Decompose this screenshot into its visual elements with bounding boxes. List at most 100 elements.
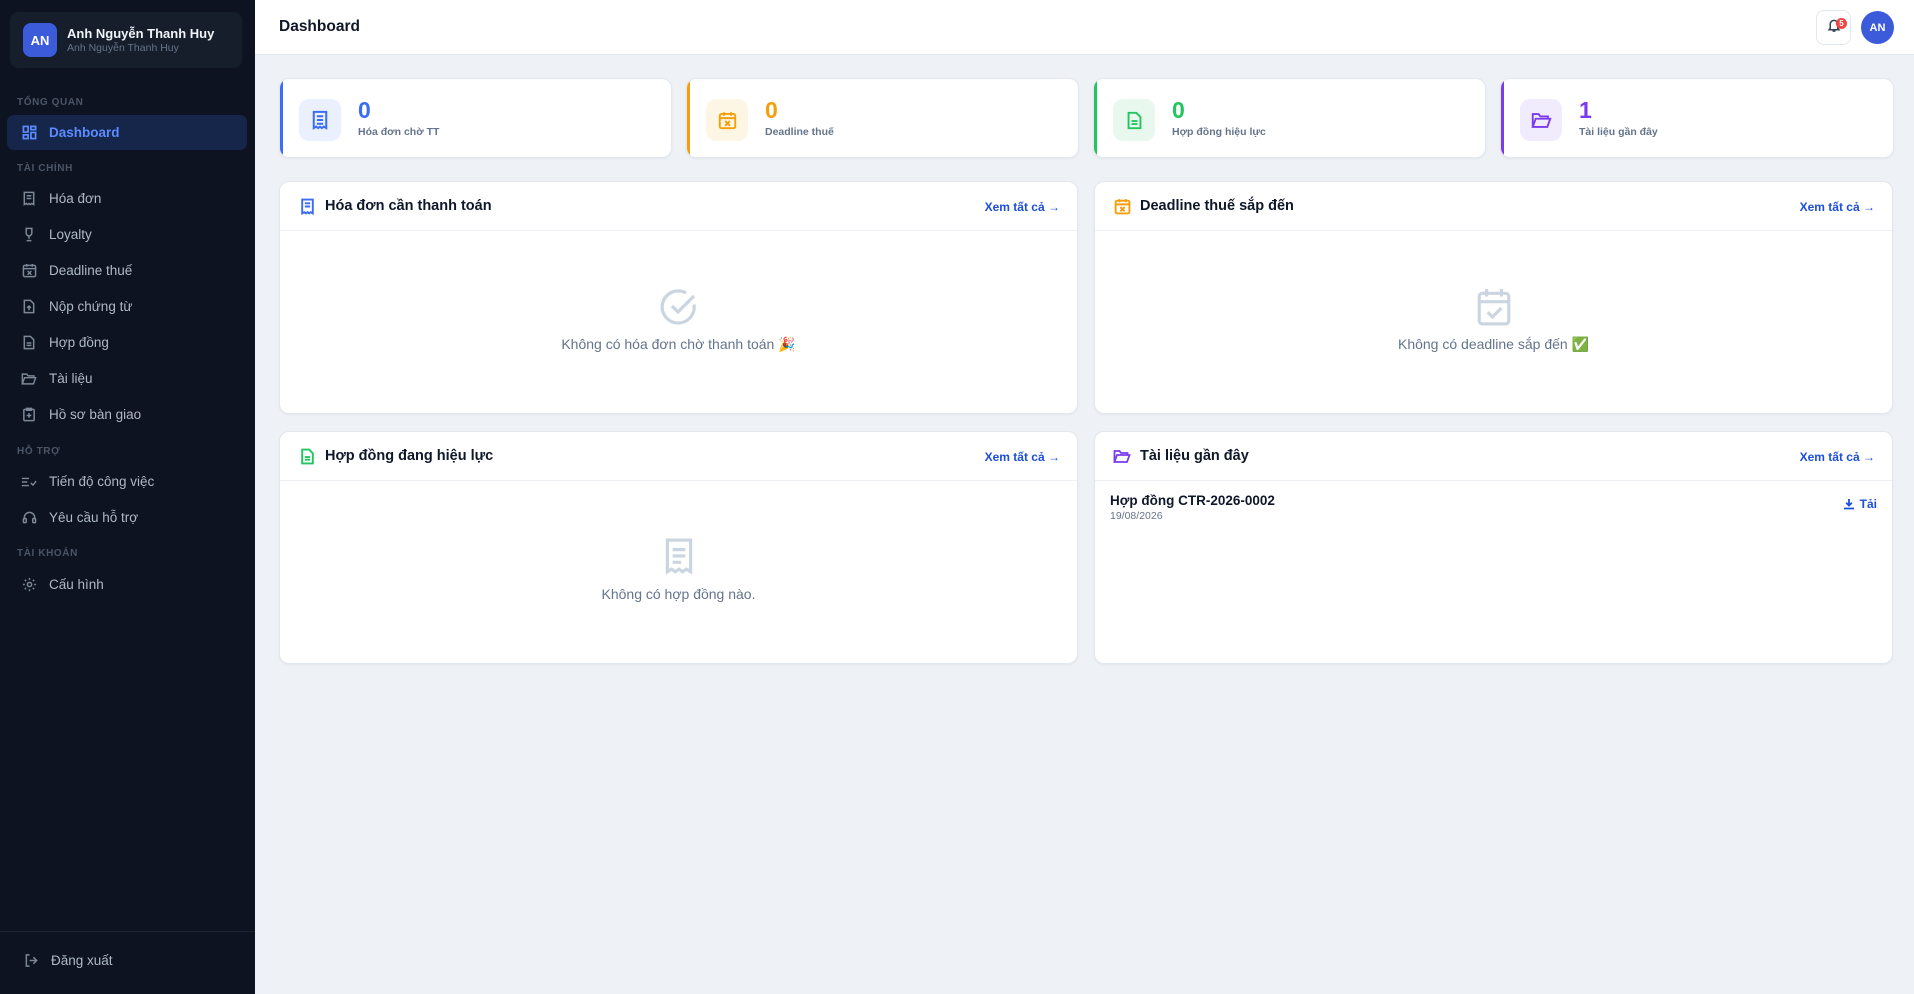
sidebar-item-tax-deadline[interactable]: Deadline thuế bbox=[7, 253, 247, 288]
user-name: Anh Nguyễn Thanh Huy bbox=[67, 25, 215, 41]
check-circle-icon bbox=[660, 288, 698, 326]
sidebar: AN Anh Nguyễn Thanh Huy Anh Nguyễn Thanh… bbox=[0, 0, 255, 994]
gear-icon bbox=[21, 577, 37, 593]
calendar-x-icon bbox=[21, 263, 37, 279]
sidebar-item-label: Nộp chứng từ bbox=[49, 299, 133, 314]
sidebar-item-label: Yêu cầu hỗ trợ bbox=[49, 510, 139, 525]
stat-label: Tài liệu gần đây bbox=[1579, 126, 1658, 138]
logout-button[interactable]: Đăng xuất bbox=[9, 943, 249, 978]
see-all-link[interactable]: Xem tất cả → bbox=[1800, 200, 1875, 214]
file-text-icon bbox=[1113, 99, 1155, 141]
stat-card-recent-documents[interactable]: 1 Tài liệu gần đây bbox=[1500, 78, 1894, 158]
panel-header: Hóa đơn cần thanh toán Xem tất cả → bbox=[280, 182, 1077, 231]
sidebar-item-progress[interactable]: Tiến độ công việc bbox=[7, 464, 247, 499]
empty-state: Không có deadline sắp đến ✅ bbox=[1095, 288, 1892, 353]
logout-label: Đăng xuất bbox=[51, 953, 113, 968]
panel-invoices: Hóa đơn cần thanh toán Xem tất cả → Khôn… bbox=[279, 181, 1078, 414]
stat-value: 0 bbox=[1172, 97, 1185, 123]
notifications-button[interactable]: 5 bbox=[1816, 10, 1851, 45]
sidebar-item-invoices[interactable]: Hóa đơn bbox=[7, 181, 247, 216]
section-account: TÀI KHOẢN bbox=[17, 548, 78, 559]
sidebar-item-submit-docs[interactable]: Nộp chứng từ bbox=[7, 289, 247, 324]
stat-value: 0 bbox=[765, 97, 778, 123]
see-all-link[interactable]: Xem tất cả → bbox=[985, 200, 1060, 214]
stat-label: Hóa đơn chờ TT bbox=[358, 126, 440, 138]
section-support: HỖ TRỢ bbox=[17, 446, 61, 457]
empty-text: Không có deadline sắp đến ✅ bbox=[1397, 336, 1590, 352]
stat-value: 1 bbox=[1579, 97, 1592, 123]
empty-text: Không có hợp đồng nào. bbox=[601, 586, 756, 602]
user-avatar: AN bbox=[23, 23, 57, 57]
empty-state: Không có hợp đồng nào. bbox=[280, 538, 1077, 602]
panel-header: Hợp đồng đang hiệu lực Xem tất cả → bbox=[280, 432, 1077, 481]
download-button[interactable]: Tải bbox=[1843, 497, 1877, 511]
folder-open-icon bbox=[21, 371, 37, 387]
see-all-link[interactable]: Xem tất cả → bbox=[1800, 450, 1875, 464]
panel-header: Deadline thuế sắp đến Xem tất cả → bbox=[1095, 182, 1892, 231]
sidebar-item-label: Hóa đơn bbox=[49, 191, 102, 206]
page-title: Dashboard bbox=[279, 18, 360, 35]
headset-icon bbox=[21, 510, 37, 526]
file-text-icon bbox=[298, 447, 316, 465]
header-avatar[interactable]: AN bbox=[1861, 11, 1894, 44]
document-date: 19/08/2026 bbox=[1110, 510, 1163, 522]
stat-card-active-contracts[interactable]: 0 Hợp đồng hiệu lực bbox=[1093, 78, 1486, 158]
sidebar-item-contracts[interactable]: Hợp đồng bbox=[7, 325, 247, 360]
sidebar-item-handover[interactable]: Hồ sơ bàn giao bbox=[7, 397, 247, 432]
empty-state: Không có hóa đơn chờ thanh toán 🎉 bbox=[280, 288, 1077, 353]
panel-title: Tài liệu gần đây bbox=[1140, 448, 1249, 464]
dashboard-icon bbox=[21, 125, 37, 141]
stat-card-tax-deadline[interactable]: 0 Deadline thuế bbox=[686, 78, 1079, 158]
calendar-x-icon bbox=[1113, 197, 1131, 215]
calendar-check-icon bbox=[1475, 288, 1513, 326]
folder-open-icon bbox=[1520, 99, 1562, 141]
sidebar-item-label: Cấu hình bbox=[49, 577, 104, 592]
receipt-icon bbox=[298, 197, 316, 215]
download-icon bbox=[1843, 499, 1854, 510]
sidebar-item-documents[interactable]: Tài liệu bbox=[7, 361, 247, 396]
stat-accent-bar bbox=[280, 79, 283, 157]
stat-value: 0 bbox=[358, 97, 371, 123]
user-subtitle: Anh Nguyễn Thanh Huy bbox=[67, 41, 179, 54]
sidebar-item-label: Dashboard bbox=[49, 125, 120, 140]
panel-recent-documents: Tài liệu gần đây Xem tất cả → Hợp đồng C… bbox=[1094, 431, 1893, 664]
logout-icon bbox=[23, 953, 39, 969]
panel-tax-deadlines: Deadline thuế sắp đến Xem tất cả → Không… bbox=[1094, 181, 1893, 414]
clipboard-plus-icon bbox=[21, 407, 37, 423]
sidebar-item-settings[interactable]: Cấu hình bbox=[7, 567, 247, 602]
top-header: Dashboard 5 AN bbox=[255, 0, 1914, 55]
list-check-icon bbox=[21, 474, 37, 490]
notification-badge: 5 bbox=[1836, 18, 1847, 29]
receipt-icon bbox=[299, 99, 341, 141]
stat-accent-bar bbox=[687, 79, 690, 157]
user-card[interactable]: AN Anh Nguyễn Thanh Huy Anh Nguyễn Thanh… bbox=[10, 12, 242, 68]
section-overview: TỔNG QUAN bbox=[17, 97, 84, 108]
sidebar-item-label: Loyalty bbox=[49, 227, 92, 242]
sidebar-item-dashboard[interactable]: Dashboard bbox=[7, 115, 247, 150]
contract-icon bbox=[660, 538, 698, 576]
panel-title: Hợp đồng đang hiệu lực bbox=[325, 448, 494, 464]
folder-open-icon bbox=[1113, 447, 1131, 465]
stat-card-pending-invoices[interactable]: 0 Hóa đơn chờ TT bbox=[279, 78, 672, 158]
stat-accent-bar bbox=[1501, 79, 1504, 157]
sidebar-item-support-request[interactable]: Yêu cầu hỗ trợ bbox=[7, 500, 247, 535]
calendar-x-icon bbox=[706, 99, 748, 141]
stat-label: Deadline thuế bbox=[765, 126, 834, 138]
download-label: Tải bbox=[1859, 497, 1877, 511]
sidebar-item-label: Deadline thuế bbox=[49, 263, 133, 278]
see-all-link[interactable]: Xem tất cả → bbox=[985, 450, 1060, 464]
list-item: Hợp đồng CTR-2026-0002 19/08/2026 Tải bbox=[1110, 493, 1877, 529]
sidebar-item-loyalty[interactable]: Loyalty bbox=[7, 217, 247, 252]
sidebar-item-label: Tiến độ công việc bbox=[49, 474, 155, 489]
panel-title: Deadline thuế sắp đến bbox=[1140, 198, 1294, 214]
panel-contracts: Hợp đồng đang hiệu lực Xem tất cả → Khôn… bbox=[279, 431, 1078, 664]
section-finance: TÀI CHÍNH bbox=[17, 163, 73, 174]
empty-text: Không có hóa đơn chờ thanh toán 🎉 bbox=[561, 336, 796, 352]
stat-accent-bar bbox=[1094, 79, 1097, 157]
file-text-icon bbox=[21, 335, 37, 351]
receipt-icon bbox=[21, 191, 37, 207]
panel-header: Tài liệu gần đây Xem tất cả → bbox=[1095, 432, 1892, 481]
file-upload-icon bbox=[21, 299, 37, 315]
sidebar-item-label: Hồ sơ bàn giao bbox=[49, 407, 142, 422]
sidebar-divider bbox=[0, 931, 255, 932]
